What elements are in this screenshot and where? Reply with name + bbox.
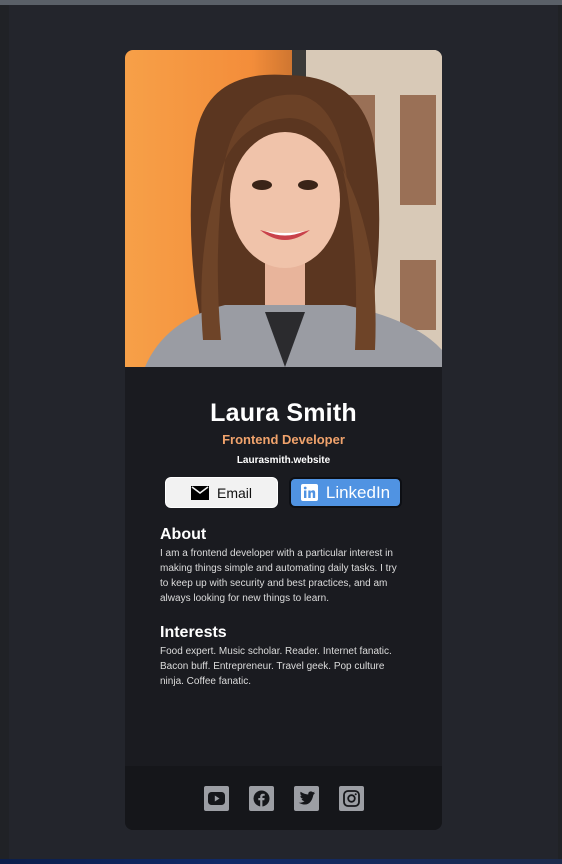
instagram-icon[interactable]	[338, 785, 364, 811]
profile-photo	[125, 50, 442, 367]
email-button[interactable]: Email	[165, 477, 278, 508]
taskbar-strip	[0, 859, 562, 864]
window-top-bar	[0, 0, 562, 5]
contact-buttons: Email LinkedIn	[125, 477, 442, 508]
linkedin-button[interactable]: LinkedIn	[289, 477, 402, 508]
twitter-icon[interactable]	[293, 785, 319, 811]
right-edge	[558, 5, 562, 860]
portrait-illustration	[145, 50, 442, 367]
interests-heading: Interests	[160, 624, 227, 641]
linkedin-button-label: LinkedIn	[325, 482, 391, 502]
profile-card: Laura Smith Frontend Developer Laurasmit…	[125, 50, 442, 830]
profile-role: Frontend Developer	[222, 432, 345, 447]
linkedin-icon	[300, 484, 318, 501]
about-text: I am a frontend developer with a particu…	[160, 548, 397, 604]
profile-name: Laura Smith	[210, 399, 357, 427]
envelope-icon	[190, 485, 209, 500]
interests-section: Interests Food expert. Music scholar. Re…	[125, 624, 442, 689]
youtube-icon[interactable]	[203, 785, 229, 811]
about-heading: About	[160, 526, 207, 543]
left-edge	[0, 5, 9, 860]
profile-website-link[interactable]: Laurasmith.website	[125, 455, 442, 466]
interests-text: Food expert. Music scholar. Reader. Inte…	[160, 646, 392, 687]
about-section: About I am a frontend developer with a p…	[125, 526, 442, 606]
social-footer	[125, 766, 442, 830]
facebook-icon[interactable]	[248, 785, 274, 811]
email-button-label: Email	[216, 484, 252, 501]
